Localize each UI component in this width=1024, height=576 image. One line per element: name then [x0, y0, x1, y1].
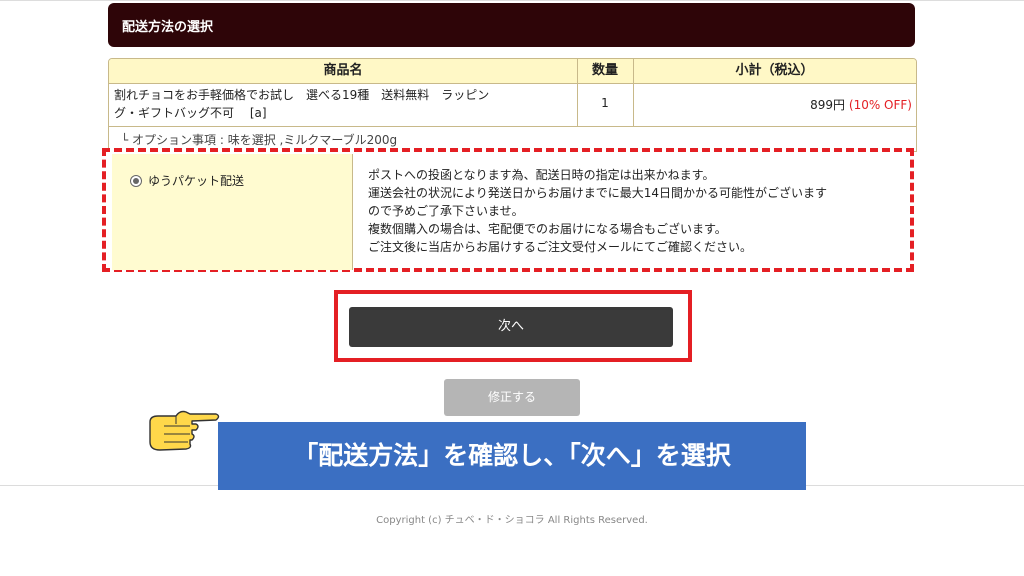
row-divider — [109, 126, 916, 127]
price: 899円 — [810, 98, 846, 112]
table-header-row: 商品名 数量 小計（税込） — [109, 59, 916, 84]
discount-label: (10% OFF) — [848, 98, 912, 112]
fix-button[interactable]: 修正する — [444, 379, 580, 416]
product-option: └ オプション事項 : 味を選択 ,ミルクマーブル200g — [121, 133, 398, 147]
section-header: 配送方法の選択 — [108, 3, 915, 47]
header-product: 商品名 — [323, 63, 363, 78]
radio-selected-icon[interactable] — [130, 175, 142, 187]
shipping-note-line: 複数個購入の場合は、宅配便でのお届けになる場合もございます。 — [368, 222, 727, 236]
instruction-banner: 「配送方法」を確認し、「次へ」を選択 — [218, 422, 806, 490]
section-title: 配送方法の選択 — [122, 20, 214, 35]
product-name-line: 割れチョコをお手軽価格でお試し 選べる19種 送料無料 ラッピン — [114, 88, 490, 102]
shipping-notes: ポストへの投函となります為、配送日時の指定は出来かねます。 運送会社の状況により… — [368, 166, 908, 256]
header-subtotal: 小計（税込） — [735, 63, 814, 78]
order-table: 商品名 数量 小計（税込） 割れチョコをお手軽価格でお試し 選べる19種 送料無… — [108, 58, 917, 152]
shipping-note-line: ので予めご了承下さいませ。 — [368, 204, 524, 218]
product-name: 割れチョコをお手軽価格でお試し 選べる19種 送料無料 ラッピン グ・ギフトバッ… — [114, 86, 574, 122]
shipping-note-line: ポストへの投函となります為、配送日時の指定は出来かねます。 — [368, 168, 715, 182]
shipping-method-highlight: ゆうパケット配送 ポストへの投函となります為、配送日時の指定は出来かねます。 運… — [102, 148, 914, 272]
next-button[interactable]: 次へ — [349, 307, 673, 347]
header-qty: 数量 — [591, 63, 618, 78]
col-divider — [633, 59, 634, 127]
shipping-method-label: ゆうパケット配送 — [148, 174, 245, 188]
product-subtotal: 899円 (10% OFF) — [633, 96, 912, 113]
copyright: Copyright (c) チュベ・ド・ショコラ All Rights Rese… — [376, 515, 648, 526]
shipping-note-line: 運送会社の状況により発送日からお届けまでに最大14日間かかる可能性がございます — [368, 186, 828, 200]
shipping-method-option[interactable]: ゆうパケット配送 — [112, 154, 353, 270]
col-divider — [577, 59, 578, 127]
product-name-line: グ・ギフトバッグ不可 [a] — [114, 106, 267, 120]
shipping-note-line: ご注文後に当店からお届けするご注文受付メールにてご確認ください。 — [368, 240, 753, 254]
product-qty: 1 — [601, 96, 609, 110]
top-border — [0, 0, 1024, 1]
pointing-hand-icon — [149, 410, 220, 451]
